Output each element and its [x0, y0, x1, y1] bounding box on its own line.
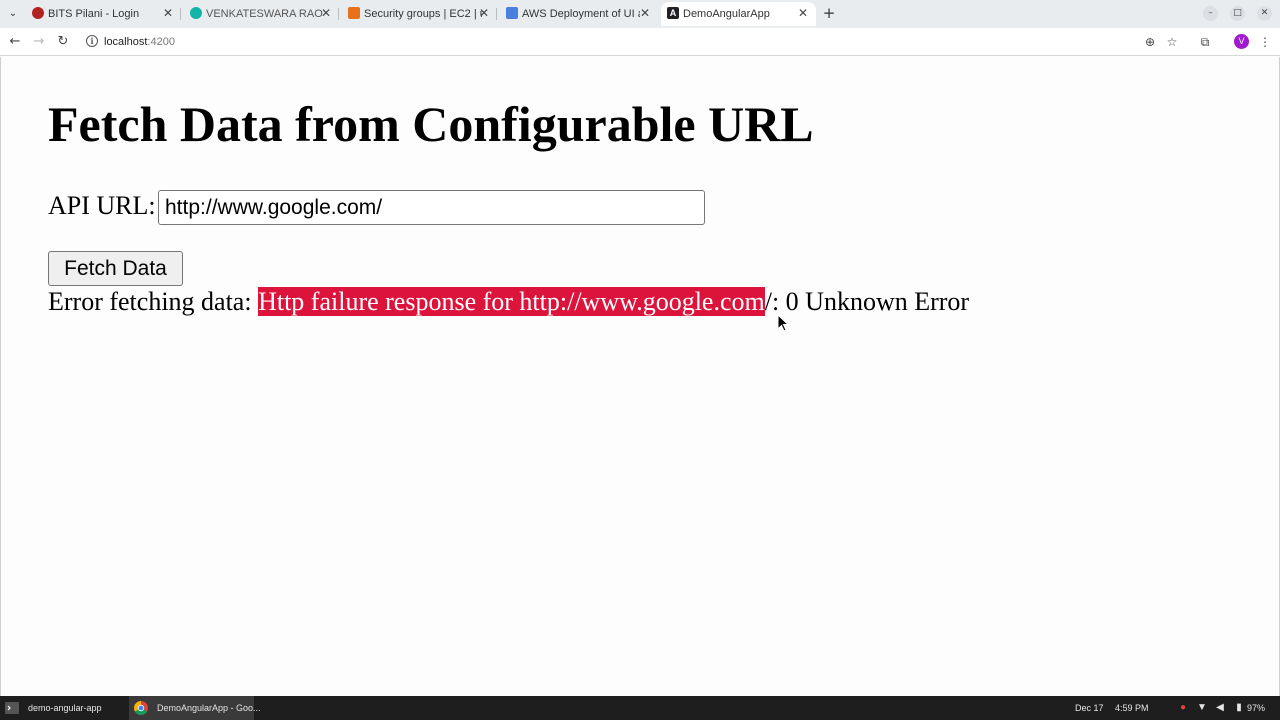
shield-icon — [32, 7, 44, 19]
url-port: :4200 — [147, 36, 175, 48]
close-icon[interactable]: ✕ — [163, 6, 173, 20]
task-terminal[interactable]: demo-angular-app — [0, 696, 127, 720]
angular-icon: A — [667, 7, 679, 19]
plus-icon[interactable]: + — [822, 6, 836, 21]
close-icon[interactable]: ✕ — [798, 6, 808, 20]
microphone-icon[interactable]: ● — [1177, 701, 1189, 715]
star-icon[interactable]: ☆ — [1164, 34, 1180, 50]
tab-separator — [338, 8, 339, 20]
menu-kebab-icon[interactable]: ⋮ — [1257, 34, 1273, 50]
address-bar[interactable]: i localhost:4200 — [80, 31, 1190, 53]
tab-separator — [496, 8, 497, 20]
close-icon[interactable]: ✕ — [321, 6, 331, 20]
zoom-icon[interactable]: ⊕ — [1142, 34, 1158, 50]
tab-bits-pilani-login[interactable]: BITS Pilani - Login ✕ — [26, 2, 181, 26]
url-host: localhost — [104, 36, 148, 48]
profile-avatar[interactable]: V — [1234, 34, 1249, 49]
volume-icon[interactable]: ◀ — [1214, 701, 1226, 715]
chevron-down-icon[interactable]: ⌄ — [4, 5, 22, 23]
tab-venkateswara-rao[interactable]: VENKATESWARA RAO D ✕ — [184, 2, 339, 26]
tab-title: VENKATESWARA RAO D — [206, 8, 324, 20]
tab-title: AWS Deployment of UI a — [522, 8, 640, 20]
tab-title: BITS Pilani - Login — [48, 8, 140, 20]
tray-time: 4:59 PM — [1115, 703, 1149, 713]
close-icon[interactable]: ✕ — [479, 6, 489, 20]
terminal-icon — [5, 702, 19, 714]
reload-icon[interactable]: ↻ — [55, 34, 71, 50]
os-taskbar: demo-angular-app DemoAngularApp - Goo...… — [0, 696, 1280, 720]
selected-error-text: Http failure response for http://www.goo… — [258, 287, 765, 316]
close-icon[interactable]: ✕ — [640, 6, 650, 20]
battery-icon[interactable]: ▮ — [1233, 701, 1245, 715]
api-url-input[interactable] — [158, 190, 705, 225]
task-label: DemoAngularApp - Goo... — [157, 703, 261, 713]
extensions-icon[interactable]: ⧉ — [1197, 34, 1213, 50]
minimize-icon[interactable]: – — [1203, 6, 1218, 21]
info-icon[interactable]: i — [86, 35, 98, 47]
tray-date: Dec 17 — [1075, 703, 1104, 713]
chrome-icon — [134, 701, 148, 715]
error-message: Error fetching data: Http failure respon… — [48, 285, 969, 319]
circle-icon — [190, 7, 202, 19]
fetch-data-button[interactable]: Fetch Data — [48, 251, 183, 286]
tab-separator — [180, 8, 181, 20]
tab-security-groups-ec2[interactable]: Security groups | EC2 | u ✕ — [342, 2, 497, 26]
tab-title: Security groups | EC2 | u — [364, 8, 482, 20]
task-chrome[interactable]: DemoAngularApp - Goo... — [129, 696, 261, 720]
error-suffix: /: 0 Unknown Error — [764, 287, 970, 316]
browser-tab-strip: ⌄ BITS Pilani - Login ✕ VENKATESWARA RAO… — [0, 0, 1280, 28]
tab-demo-angular-app[interactable]: A DemoAngularApp ✕ — [661, 2, 816, 26]
back-arrow-icon[interactable]: ← — [7, 34, 23, 50]
page-title: Fetch Data from Configurable URL — [48, 96, 814, 152]
close-window-icon[interactable]: ✕ — [1257, 6, 1272, 21]
document-icon — [506, 7, 518, 19]
task-label: demo-angular-app — [28, 703, 102, 713]
aws-icon — [348, 7, 360, 19]
tab-aws-deployment-doc[interactable]: AWS Deployment of UI a ✕ — [500, 2, 658, 26]
browser-toolbar: ← → ↻ i localhost:4200 ⊕ ☆ ⧉ V ⋮ — [0, 28, 1280, 56]
api-url-label: API URL: — [48, 191, 156, 220]
forward-arrow-icon[interactable]: → — [31, 34, 47, 50]
error-prefix: Error fetching data: — [48, 287, 259, 316]
url-text: localhost:4200 — [104, 35, 175, 49]
wifi-icon[interactable]: ▼ — [1196, 701, 1208, 715]
tab-title: DemoAngularApp — [683, 8, 770, 20]
mouse-pointer-icon — [777, 314, 789, 332]
tray-battery-percent: 97% — [1247, 703, 1266, 713]
restore-icon[interactable]: □ — [1230, 6, 1245, 21]
page-viewport: Fetch Data from Configurable URL API URL… — [0, 57, 1280, 696]
